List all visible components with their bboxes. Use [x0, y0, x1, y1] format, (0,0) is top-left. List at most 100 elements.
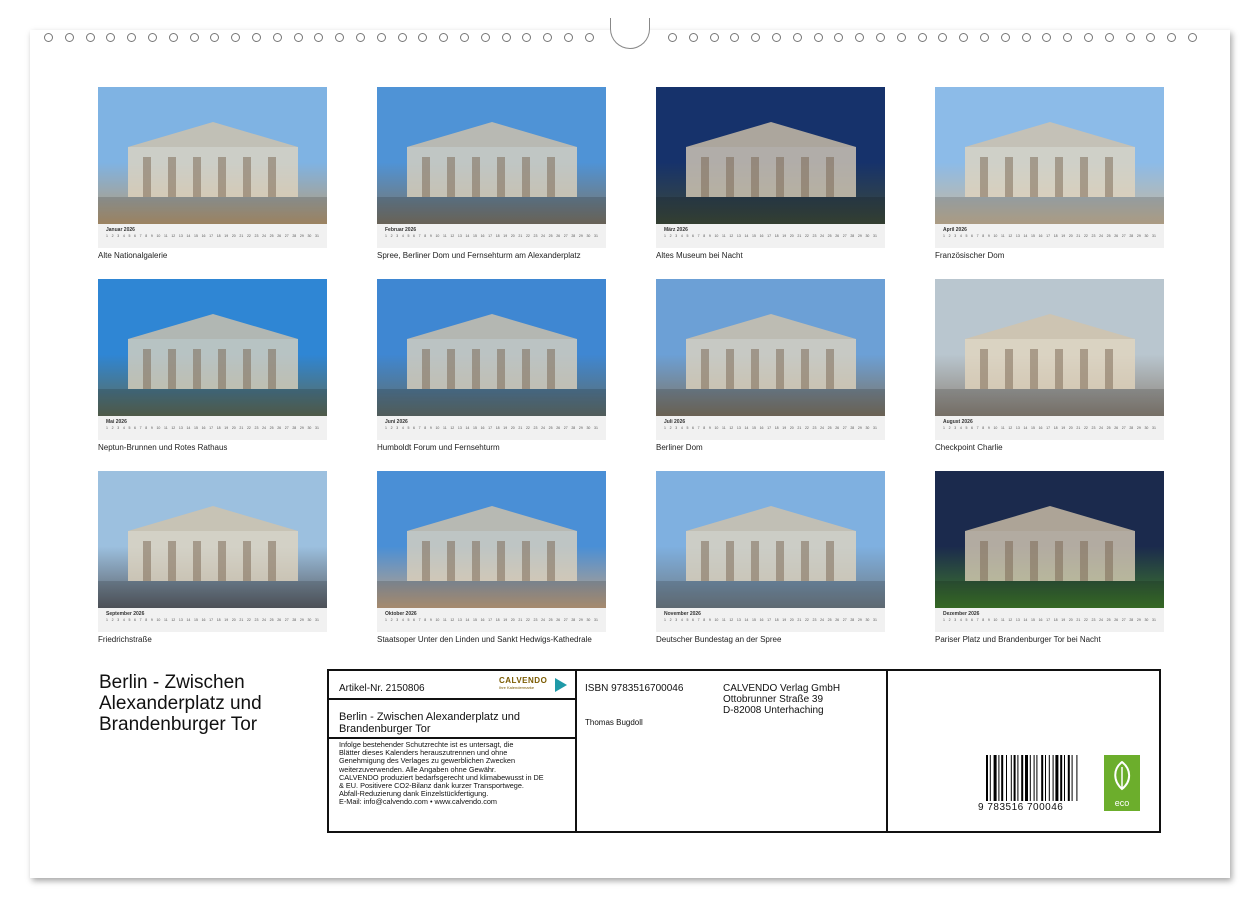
binding-hole: [896, 33, 906, 42]
eco-badge: eco: [1104, 755, 1140, 811]
publisher-line: CALVENDO Verlag GmbH: [723, 683, 841, 694]
day-number: 22: [525, 234, 530, 238]
binding-hole: [855, 33, 865, 42]
month-caption: Humboldt Forum und Fernsehturm: [377, 443, 500, 452]
day-number: 29: [857, 234, 862, 238]
day-number: 8: [145, 234, 148, 238]
day-number: 22: [525, 618, 530, 622]
day-number: 20: [789, 618, 794, 622]
barcode-number: 9 783516 700046: [978, 802, 1064, 813]
day-number: 16: [480, 234, 485, 238]
binding-hole: [688, 33, 698, 42]
month-thumbnail: August 2026 1 2 3 4 5 6 7 8 9 10 11 12 13 14 15 16 17 18 19…: [935, 279, 1164, 452]
building-icon: [935, 122, 1164, 224]
day-number: 22: [804, 234, 809, 238]
binding-hole: [439, 33, 449, 42]
binding-hole: [522, 33, 532, 42]
day-number: 18: [774, 234, 779, 238]
day-number: 22: [246, 426, 251, 430]
day-number: 5: [686, 426, 689, 430]
binding-hole: [730, 33, 740, 42]
binding-hole: [210, 33, 220, 42]
binding-hole: [376, 33, 386, 42]
day-number: 31: [594, 618, 598, 622]
day-number: 18: [495, 426, 500, 430]
title-line: Berlin - Zwischen: [99, 672, 245, 693]
day-number: 6: [692, 234, 694, 238]
article-cell: Artikel-Nr. 2150806 CALVENDO Ihre Kalend…: [329, 671, 577, 831]
day-number: 23: [254, 234, 259, 238]
day-number: 20: [510, 234, 515, 238]
day-number: 7: [418, 426, 421, 430]
day-number: 15: [194, 618, 198, 622]
day-number: 18: [495, 618, 500, 622]
divider: [329, 698, 575, 700]
day-number: 29: [1136, 234, 1141, 238]
day-number: 11: [443, 618, 447, 622]
day-number: 4: [401, 618, 404, 622]
month-photo: [377, 87, 606, 224]
day-number: 9: [708, 426, 711, 430]
day-number: 27: [842, 234, 847, 238]
day-number: 27: [1121, 426, 1126, 430]
day-number: 25: [269, 618, 274, 622]
day-number: 13: [178, 426, 183, 430]
day-number: 22: [1083, 618, 1088, 622]
day-number: 7: [976, 234, 979, 238]
day-number: 14: [744, 426, 749, 430]
day-number: 12: [1008, 618, 1013, 622]
day-number: 6: [134, 618, 136, 622]
day-number: 30: [307, 618, 312, 622]
binding-hole: [584, 33, 594, 42]
calendar-back-page: Januar 2026 1 2 3 4 5 6 7 8 9 10 11 12 13 14 15 16 17 18 19…: [30, 18, 1230, 878]
day-number: 3: [675, 618, 678, 622]
day-number: 17: [488, 426, 493, 430]
day-number: 10: [714, 426, 719, 430]
day-number: 3: [675, 426, 678, 430]
author: Thomas Bugdoll: [585, 718, 643, 727]
day-number: 20: [1068, 234, 1073, 238]
month-label: Dezember 2026: [943, 611, 980, 617]
day-number: 18: [774, 426, 779, 430]
day-number: 3: [396, 426, 399, 430]
day-number: 4: [401, 234, 404, 238]
day-number: 30: [586, 426, 591, 430]
month-photo: [935, 87, 1164, 224]
binding-hole: [1021, 33, 1031, 42]
day-number: 4: [122, 618, 125, 622]
day-number: 11: [164, 234, 168, 238]
month-calendar-strip: November 2026 1 2 3 4 5 6 7 8 9 10 11 12 13 14 15 16 17 18…: [656, 608, 885, 632]
binding-hole: [231, 33, 241, 42]
month-label: September 2026: [106, 611, 145, 617]
binding-hole: [1167, 33, 1177, 42]
day-row: 1 2 3 4 5 6 7 8 9 10 11 12 13 14 15 16 17 18 19 20 21 22 23 24 2…: [664, 618, 877, 628]
month-calendar-strip: Dezember 2026 1 2 3 4 5 6 7 8 9 10 11 12 13 14 15 16 17 18…: [935, 608, 1164, 632]
day-number: 26: [556, 618, 561, 622]
day-number: 24: [1099, 234, 1103, 238]
binding-hole: [668, 33, 677, 42]
month-calendar-strip: Oktober 2026 1 2 3 4 5 6 7 8 9 10 11 12 13 14 15 16 17 18 1…: [377, 608, 606, 632]
day-number: 28: [1129, 426, 1134, 430]
day-number: 9: [987, 426, 990, 430]
day-number: 11: [722, 234, 726, 238]
day-number: 10: [993, 426, 998, 430]
day-number: 26: [1114, 618, 1119, 622]
day-number: 1: [106, 426, 108, 430]
day-number: 9: [708, 234, 711, 238]
day-number: 26: [1114, 234, 1119, 238]
day-number: 3: [954, 234, 957, 238]
day-number: 10: [156, 426, 161, 430]
day-number: 8: [703, 618, 706, 622]
isbn: ISBN 9783516700046: [585, 683, 684, 694]
building-icon: [656, 314, 885, 416]
day-number: 27: [563, 426, 568, 430]
binding-hole: [293, 33, 303, 42]
binding-hole: [1104, 33, 1114, 42]
day-number: 20: [510, 426, 515, 430]
building-icon: [98, 506, 327, 608]
day-number: 12: [1008, 234, 1013, 238]
binding-hole: [959, 33, 969, 42]
day-number: 22: [1083, 426, 1088, 430]
day-number: 12: [171, 426, 176, 430]
binding-hole: [751, 33, 761, 42]
